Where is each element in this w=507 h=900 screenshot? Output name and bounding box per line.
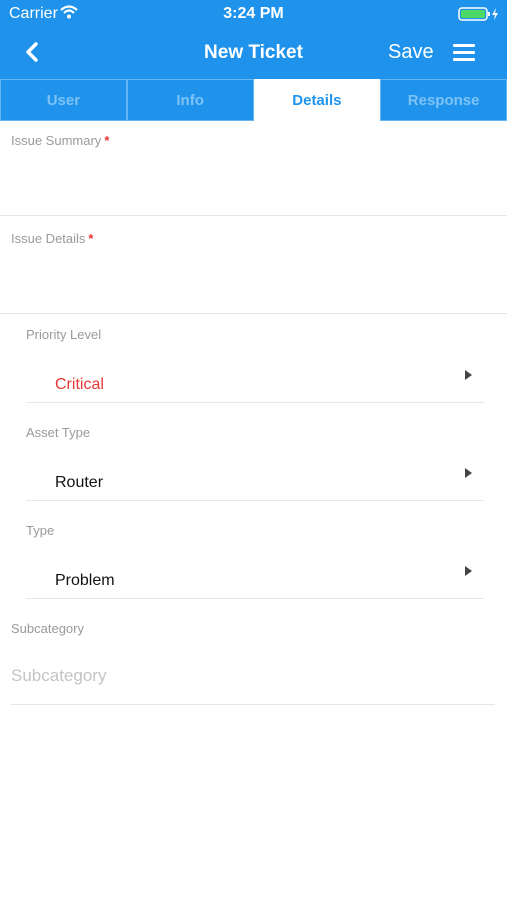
asset-type-value: Router xyxy=(55,474,104,491)
issue-summary-label: Issue Summary * xyxy=(11,133,109,148)
issue-details-label: Issue Details * xyxy=(11,231,93,246)
type-select[interactable]: Problem xyxy=(26,551,484,597)
status-bar: Carrier 3:24 PM xyxy=(0,0,507,28)
tab-response[interactable]: Response xyxy=(380,79,507,121)
status-time: 3:24 PM xyxy=(223,5,284,22)
disclosure-arrow-icon xyxy=(465,566,472,576)
disclosure-arrow-icon xyxy=(465,468,472,478)
divider xyxy=(0,313,507,314)
issue-details-input[interactable] xyxy=(0,248,507,312)
tab-details[interactable]: Details xyxy=(253,79,381,121)
asset-type-select[interactable]: Router xyxy=(26,453,484,499)
disclosure-arrow-icon xyxy=(465,370,472,380)
divider xyxy=(0,215,507,216)
priority-level-label: Priority Level xyxy=(26,327,102,342)
divider xyxy=(26,598,484,599)
required-marker: * xyxy=(88,231,94,246)
app-header: Carrier 3:24 PM New Ticket Save User Inf… xyxy=(0,0,507,121)
issue-summary-label-text: Issue Summary xyxy=(11,133,102,148)
save-button[interactable]: Save xyxy=(388,41,434,64)
required-marker: * xyxy=(104,133,110,148)
navigation-bar: New Ticket Save xyxy=(0,28,507,78)
divider xyxy=(26,402,484,403)
asset-type-label: Asset Type xyxy=(26,425,91,440)
priority-level-value: Critical xyxy=(55,376,104,393)
issue-summary-input[interactable] xyxy=(0,150,507,214)
tab-user[interactable]: User xyxy=(0,79,127,121)
tab-bar: User Info Details Response xyxy=(0,79,507,121)
divider xyxy=(26,500,484,501)
hamburger-menu-icon[interactable] xyxy=(452,42,476,64)
divider xyxy=(11,704,495,705)
subcategory-input[interactable]: Subcategory xyxy=(11,666,106,686)
tab-info[interactable]: Info xyxy=(126,79,254,121)
issue-details-label-text: Issue Details xyxy=(11,231,86,246)
battery-icon xyxy=(458,7,500,26)
subcategory-label: Subcategory xyxy=(11,621,84,636)
priority-level-select[interactable]: Critical xyxy=(26,355,484,401)
type-value: Problem xyxy=(55,572,115,589)
type-label: Type xyxy=(26,523,55,538)
